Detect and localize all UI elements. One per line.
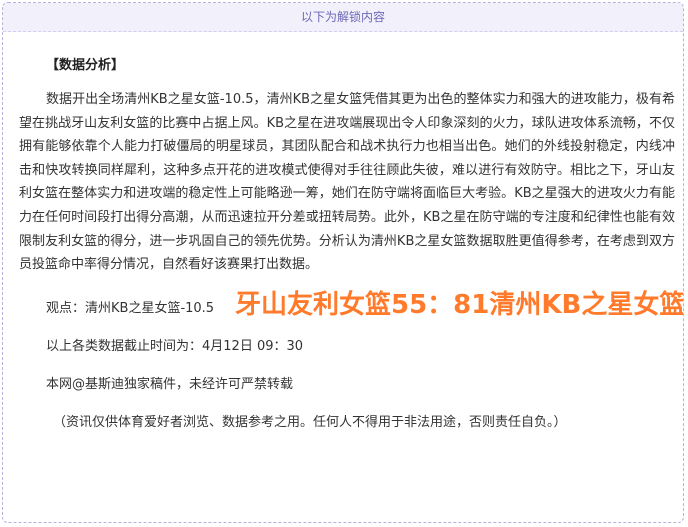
data-cutoff-line: 以上各类数据截止时间为：4月12日 09：30 [46,338,304,354]
section-heading: 【数据分析】 [46,58,125,73]
disclaimer-line: （资讯仅供体育爱好者浏览、数据参考之用。任何人不得用于非法用途，否则责任自负。） [53,414,567,430]
unlocked-content-box: 以下为解锁内容 【数据分析】 数据开出全场清州KB之星女篮-10.5，清州KB之… [2,2,684,523]
final-score-overlay: 牙山友利女篮55：81清州KB之星女篮 [235,290,684,320]
unlock-banner: 以下为解锁内容 [3,3,683,32]
article-body: 【数据分析】 数据开出全场清州KB之星女篮-10.5，清州KB之星女篮凭借其更为… [19,55,675,434]
copyright-line: 本网@基斯迪独家稿件，未经许可严禁转载 [46,376,294,392]
analysis-paragraph: 数据开出全场清州KB之星女篮-10.5，清州KB之星女篮凭借其更为出色的整体实力… [19,92,675,273]
